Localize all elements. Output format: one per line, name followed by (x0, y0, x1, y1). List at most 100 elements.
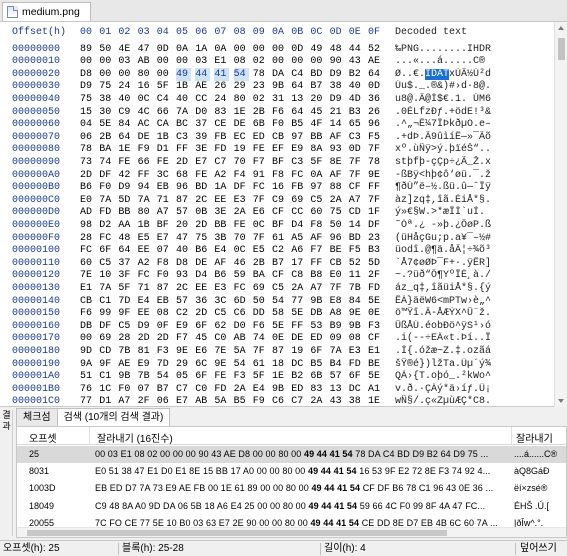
hex-byte[interactable]: 24 (214, 93, 229, 106)
hex-byte-selected[interactable]: 49 (176, 67, 191, 81)
hex-byte[interactable]: 73 (80, 156, 95, 169)
hex-byte[interactable]: EC (234, 131, 249, 144)
hex-byte[interactable]: 38 (99, 93, 114, 106)
hex-byte[interactable]: 9A (80, 358, 95, 371)
decoded-text-selected[interactable]: IDAT (425, 68, 450, 80)
hex-byte[interactable]: 40 (176, 93, 191, 106)
hex-byte[interactable]: FE (214, 370, 229, 383)
hex-byte[interactable]: FC (291, 169, 306, 182)
hex-byte[interactable]: EB (157, 181, 172, 194)
hex-byte[interactable]: 24 (118, 80, 133, 93)
hex-byte[interactable]: EB (157, 295, 172, 308)
vertical-scrollbar[interactable] (554, 22, 567, 407)
hex-byte[interactable]: D9 (138, 320, 153, 333)
hex-byte[interactable]: B7 (272, 257, 287, 270)
hex-byte[interactable]: 15 (80, 106, 95, 119)
hex-byte[interactable]: 23 (368, 232, 383, 245)
hex-byte[interactable]: C7 (214, 156, 229, 169)
hex-byte[interactable]: F9 (253, 395, 268, 406)
hex-byte[interactable]: AA (118, 219, 133, 232)
hex-byte[interactable]: 0B (195, 206, 210, 219)
hex-row[interactable]: 00000040 75 38 40 0C C4 40 CC 24 80 02 31 13 20 D9 4D 36… (0, 93, 555, 106)
hex-byte[interactable]: 75 (99, 80, 114, 93)
hex-byte[interactable]: E0 (80, 194, 95, 207)
hex-byte[interactable]: AE (118, 358, 133, 371)
hex-byte[interactable]: 4E (118, 43, 133, 56)
decoded-text[interactable]: ÛßÅÙ.éobÐö^ÿS¹›ó (395, 320, 555, 333)
hex-byte[interactable]: C5 (118, 320, 133, 333)
hex-byte[interactable]: CD (349, 206, 364, 219)
hex-byte[interactable]: 9E (214, 358, 229, 371)
hex-byte[interactable]: AE (195, 80, 210, 93)
hex-row[interactable]: 00000090 73 74 FE 66 FE 2D E7 C7 70 F7 BF C3 5F 8E 7F 78… (0, 156, 555, 169)
hex-byte[interactable]: CF (368, 332, 383, 345)
hex-byte[interactable]: 93 (330, 143, 345, 156)
hex-row[interactable]: 000000B0 B6 F0 D9 94 EB 96 BD 1A DF FC 16 FB 97 88 CF FF… (0, 181, 555, 194)
hex-byte[interactable]: 48 (118, 232, 133, 245)
hex-byte[interactable]: 60 (310, 206, 325, 219)
hex-byte[interactable]: 74 (253, 332, 268, 345)
hex-byte[interactable]: 0D (291, 43, 306, 56)
hex-byte[interactable]: BD (310, 68, 325, 81)
hex-byte[interactable]: D1 (157, 143, 172, 156)
hex-byte[interactable]: CC (195, 93, 210, 106)
hex-byte[interactable]: A7 (157, 206, 172, 219)
hex-byte[interactable]: 71 (157, 194, 172, 207)
decoded-text[interactable]: ~.?üð“Ô¶YºÏÈ¸à./ (395, 269, 555, 282)
hex-byte[interactable]: DB (310, 307, 325, 320)
hex-byte[interactable]: DE (234, 118, 249, 131)
decoded-text[interactable]: .Í{.óžæ~Z.‡.ozãá (395, 345, 555, 358)
hex-byte[interactable]: C7 (176, 383, 191, 396)
hex-byte[interactable]: 2D (176, 156, 191, 169)
hex-byte[interactable]: 69 (253, 282, 268, 295)
hex-byte[interactable]: E1 (368, 345, 383, 358)
hex-byte[interactable]: B7 (310, 80, 325, 93)
hscrollbar-thumb[interactable] (27, 530, 447, 536)
hex-byte[interactable]: BB (214, 219, 229, 232)
hex-byte[interactable]: 16 (138, 80, 153, 93)
hex-byte[interactable]: 3E (195, 143, 210, 156)
table-row[interactable]: 18049 C9 48 8A A0 9D DA 06 5B 18 A6 E4 25… (17, 498, 566, 515)
hex-byte[interactable]: ED (310, 332, 325, 345)
decoded-text[interactable]: .+dÞ.Ã9ûìíË—»¯Ãõ (395, 131, 555, 144)
hex-byte[interactable]: 9B (310, 295, 325, 308)
hex-byte[interactable]: E8 (330, 295, 345, 308)
hex-byte[interactable]: 1E (118, 143, 133, 156)
hex-byte[interactable]: 2A (310, 395, 325, 406)
hex-byte[interactable]: 9D (80, 345, 95, 358)
hex-byte[interactable]: F5 (368, 131, 383, 144)
hex-byte[interactable]: 13 (330, 383, 345, 396)
hex-byte[interactable]: 37 (195, 118, 210, 131)
hex-byte[interactable]: 26 (214, 80, 229, 93)
hex-byte[interactable]: 19 (234, 143, 249, 156)
decoded-text[interactable]: ­ý»€§W.>*æÏÌ`uÍ. (395, 206, 555, 219)
hex-byte[interactable]: FF (368, 181, 383, 194)
hex-byte[interactable]: CB (272, 131, 287, 144)
column-header-offset[interactable]: 오프셋 (29, 430, 57, 445)
hex-byte[interactable]: CF (349, 181, 364, 194)
hex-byte[interactable]: E4 (214, 244, 229, 257)
hex-byte[interactable]: 81 (138, 345, 153, 358)
hex-byte[interactable]: 68 (176, 169, 191, 182)
decoded-text[interactable]: Ø..€.IDATxÚÄ½Ù²d (395, 68, 555, 81)
hex-byte[interactable]: 0E (272, 332, 287, 345)
hex-byte[interactable]: DC (349, 383, 364, 396)
hex-byte[interactable]: 54 (157, 370, 172, 383)
hex-byte[interactable]: D0 (195, 106, 210, 119)
hex-byte[interactable]: 89 (80, 43, 95, 56)
hex-byte[interactable]: BF (272, 219, 287, 232)
hex-byte[interactable]: B3 (349, 106, 364, 119)
hex-byte[interactable]: 78 (253, 68, 268, 81)
hex-byte[interactable]: 52 (368, 43, 383, 56)
hex-row[interactable]: 000001A0 51 C1 9B 7B 54 05 6F FE F3 5F 1E B2 6B 57 6F 5E… (0, 370, 555, 383)
hex-byte[interactable]: FC (138, 269, 153, 282)
hex-byte[interactable]: E7 (157, 232, 172, 245)
hex-byte[interactable]: C3 (349, 131, 364, 144)
hex-byte[interactable]: 21 (330, 106, 345, 119)
hex-byte[interactable]: 2D (80, 169, 95, 182)
horizontal-scrollbar[interactable] (17, 527, 566, 537)
decoded-text[interactable]: .^„¬Ê¼7ÎÞkðµO.e– (395, 118, 555, 131)
hex-byte[interactable]: 00 (253, 43, 268, 56)
hex-byte[interactable]: 97 (310, 181, 325, 194)
hex-byte[interactable]: 7A (330, 345, 345, 358)
